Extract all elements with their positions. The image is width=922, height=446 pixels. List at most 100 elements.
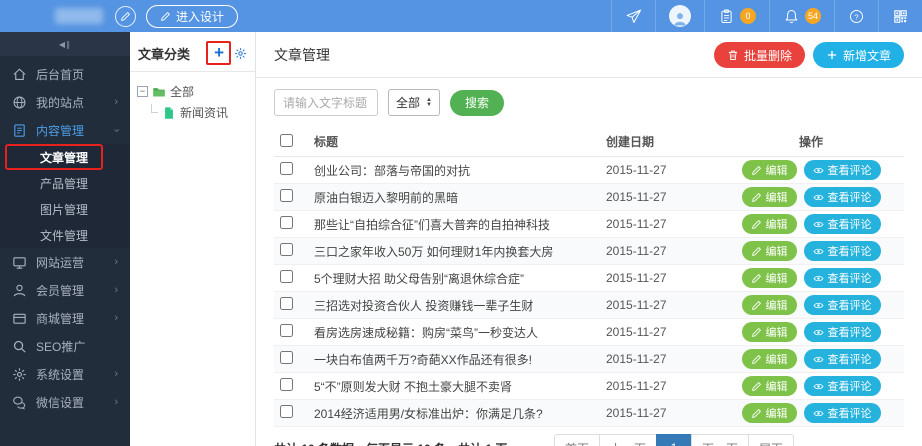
folder-icon bbox=[153, 87, 165, 96]
edit-button[interactable]: 编辑 bbox=[741, 214, 797, 234]
table-row: 一块白布值两千万?奇葩XX作品还有很多! 2015-11-27 编辑 查看评论 bbox=[274, 345, 904, 373]
row-checkbox[interactable] bbox=[280, 162, 293, 175]
view-comments-button[interactable]: 查看评论 bbox=[803, 160, 881, 180]
view-comments-label: 查看评论 bbox=[827, 273, 872, 285]
edit-button[interactable]: 编辑 bbox=[741, 160, 797, 180]
pencil-icon bbox=[751, 192, 761, 202]
edit-button[interactable]: 编辑 bbox=[741, 187, 797, 207]
add-article-button[interactable]: 新增文章 bbox=[812, 42, 904, 68]
eye-icon bbox=[813, 383, 823, 389]
sidebar-item-site-ops[interactable]: 网站运营 › bbox=[0, 248, 130, 276]
article-management-main: 文章管理 批量删除 新增文章 全部 ▲▼ 搜索 bbox=[256, 32, 922, 446]
file-icon bbox=[165, 106, 173, 119]
user-icon bbox=[12, 283, 27, 298]
view-comments-button[interactable]: 查看评论 bbox=[803, 295, 881, 315]
edit-label: 编辑 bbox=[765, 246, 788, 258]
category-settings-gear-icon[interactable] bbox=[234, 47, 247, 60]
user-avatar[interactable] bbox=[654, 0, 704, 32]
view-comments-button[interactable]: 查看评论 bbox=[803, 322, 881, 342]
table-row: 看房选房速成秘籍：购房“菜鸟”一秒变达人 2015-11-27 编辑 查看评论 bbox=[274, 318, 904, 346]
category-panel-title: 文章分类 bbox=[138, 47, 191, 62]
sidebar-item-seo[interactable]: SEO推广 bbox=[0, 332, 130, 360]
batch-delete-button[interactable]: 批量删除 bbox=[713, 42, 805, 68]
page-button[interactable]: 上一页 bbox=[598, 434, 657, 446]
topbar-actions: 0 54 ? bbox=[610, 0, 922, 32]
pencil-icon bbox=[751, 300, 761, 310]
tree-node-root[interactable]: − 全部 bbox=[137, 81, 248, 102]
row-checkbox[interactable] bbox=[280, 405, 293, 418]
sidebar-menu: 后台首页 我的站点 › 内容管理 › 文章管理 产品管理 图片管理 文件管理 网站运营 › 会员管理 ›… bbox=[0, 56, 130, 416]
view-comments-label: 查看评论 bbox=[827, 300, 872, 312]
sidebar-item-home[interactable]: 后台首页 bbox=[0, 60, 130, 88]
quick-edit-icon[interactable] bbox=[115, 5, 136, 27]
row-checkbox[interactable] bbox=[280, 216, 293, 229]
view-comments-button[interactable]: 查看评论 bbox=[803, 187, 881, 207]
edit-button[interactable]: 编辑 bbox=[741, 376, 797, 396]
page-button[interactable]: 尾页 bbox=[747, 434, 794, 446]
sidebar-item-content[interactable]: 内容管理 › bbox=[0, 116, 130, 144]
sidebar-collapse-toggle[interactable]: ◀∥ bbox=[0, 32, 130, 56]
category-filter-select[interactable]: 全部 ▲ ▼ bbox=[388, 89, 440, 116]
edit-label: 编辑 bbox=[765, 408, 788, 420]
enter-design-button[interactable]: 进入设计 bbox=[146, 4, 239, 28]
page-button[interactable]: 下一页 bbox=[690, 434, 749, 446]
search-icon bbox=[12, 339, 27, 354]
edit-button[interactable]: 编辑 bbox=[741, 403, 797, 423]
row-checkbox[interactable] bbox=[280, 297, 293, 310]
page-button[interactable]: 首页 bbox=[553, 434, 600, 446]
notifications-bell-icon[interactable]: 54 bbox=[768, 0, 834, 32]
article-title: 三口之家年收入50万 如何理财1年内换套大房 bbox=[308, 237, 600, 265]
row-checkbox[interactable] bbox=[280, 243, 293, 256]
sidebar-item-my-site[interactable]: 我的站点 › bbox=[0, 88, 130, 116]
tasks-clipboard-icon[interactable]: 0 bbox=[703, 0, 769, 32]
select-all-checkbox[interactable] bbox=[280, 133, 293, 147]
row-checkbox[interactable] bbox=[280, 324, 293, 337]
row-checkbox[interactable] bbox=[280, 270, 293, 283]
view-comments-button[interactable]: 查看评论 bbox=[803, 403, 881, 423]
search-button[interactable]: 搜索 bbox=[450, 89, 505, 116]
sidebar-item-mall[interactable]: 商城管理 › bbox=[0, 304, 130, 332]
avatar bbox=[668, 5, 691, 27]
eye-icon bbox=[813, 329, 823, 335]
page-button[interactable]: 1 bbox=[655, 434, 692, 446]
view-comments-button[interactable]: 查看评论 bbox=[803, 376, 881, 396]
sidebar-item-system[interactable]: 系统设置 › bbox=[0, 360, 130, 388]
edit-button[interactable]: 编辑 bbox=[741, 268, 797, 288]
chevron-right-icon: › bbox=[114, 367, 118, 380]
view-comments-button[interactable]: 查看评论 bbox=[803, 214, 881, 234]
chevron-right-icon: › bbox=[114, 283, 118, 296]
view-comments-button[interactable]: 查看评论 bbox=[803, 268, 881, 288]
sidebar-item-file[interactable]: 文件管理 bbox=[0, 222, 130, 248]
monitor-icon bbox=[12, 255, 27, 270]
edit-button[interactable]: 编辑 bbox=[741, 295, 797, 315]
sidebar-item-members[interactable]: 会员管理 › bbox=[0, 276, 130, 304]
view-comments-button[interactable]: 查看评论 bbox=[803, 241, 881, 261]
collapse-minus-icon[interactable]: − bbox=[137, 86, 148, 97]
tree-child-label: 新闻资讯 bbox=[180, 106, 229, 120]
search-input[interactable] bbox=[274, 89, 378, 116]
sidebar-item-image[interactable]: 图片管理 bbox=[0, 196, 130, 222]
edit-label: 编辑 bbox=[765, 327, 788, 339]
chevron-right-icon: › bbox=[114, 311, 118, 324]
row-checkbox[interactable] bbox=[280, 189, 293, 202]
help-icon[interactable]: ? bbox=[834, 0, 878, 32]
add-category-button[interactable]: + bbox=[206, 41, 231, 65]
edit-button[interactable]: 编辑 bbox=[741, 349, 797, 369]
topbar: 进入设计 0 54 ? bbox=[0, 0, 922, 32]
send-icon[interactable] bbox=[610, 0, 655, 32]
qr-code-icon[interactable] bbox=[878, 0, 922, 32]
tree-node-child[interactable]: 新闻资讯 bbox=[137, 102, 248, 123]
article-title: 2014经济适用男/女标准出炉：你满足几条? bbox=[308, 399, 600, 427]
row-checkbox[interactable] bbox=[280, 351, 293, 364]
sidebar-item-article[interactable]: 文章管理 bbox=[0, 144, 130, 170]
edit-button[interactable]: 编辑 bbox=[741, 241, 797, 261]
view-comments-button[interactable]: 查看评论 bbox=[803, 349, 881, 369]
app-logo bbox=[55, 8, 103, 24]
row-checkbox[interactable] bbox=[280, 378, 293, 391]
eye-icon bbox=[813, 410, 823, 416]
edit-button[interactable]: 编辑 bbox=[741, 322, 797, 342]
sidebar-item-wechat[interactable]: 微信设置 › bbox=[0, 388, 130, 416]
sidebar-item-product[interactable]: 产品管理 bbox=[0, 170, 130, 196]
tree-children: 新闻资讯 bbox=[137, 102, 248, 123]
article-date: 2015-11-27 bbox=[600, 210, 718, 238]
